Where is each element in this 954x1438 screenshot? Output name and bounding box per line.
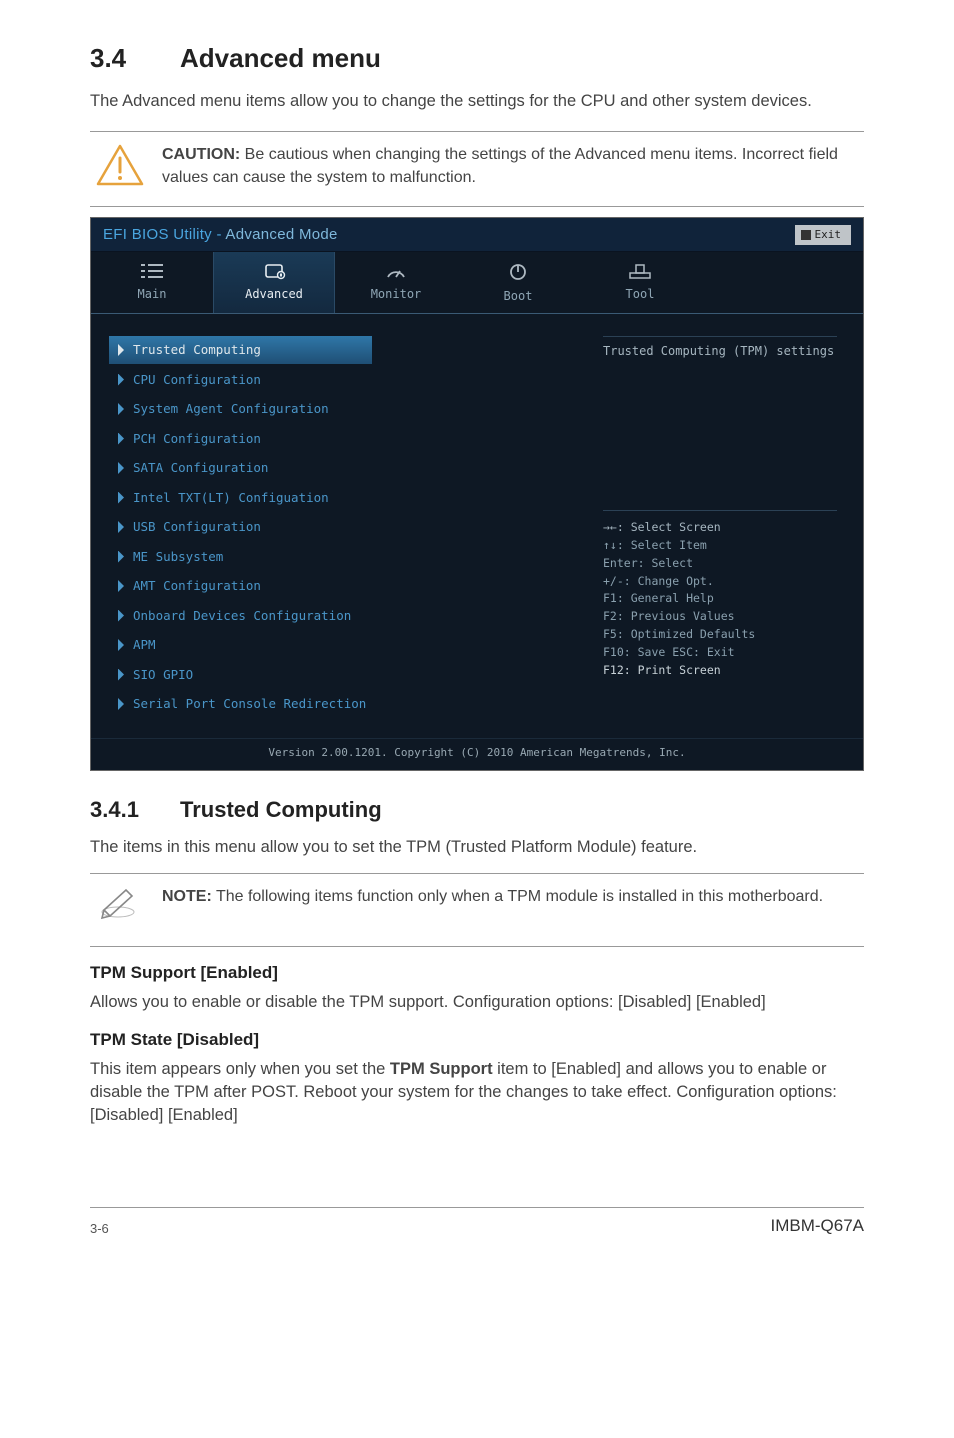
bios-menu: Trusted Computing CPU Configuration Syst… (109, 336, 579, 720)
bios-screenshot: EFI BIOS Utility - Advanced Mode Exit Ma… (90, 217, 864, 771)
chevron-right-icon (115, 698, 127, 710)
menu-item-onboard-devices[interactable]: Onboard Devices Configuration (109, 602, 579, 630)
tpm-support-body: Allows you to enable or disable the TPM … (90, 991, 864, 1014)
chevron-right-icon (115, 462, 127, 474)
divider (90, 873, 864, 874)
tab-label: Tool (626, 287, 655, 301)
divider (90, 946, 864, 947)
tab-label: Boot (504, 289, 533, 303)
menu-item-sata-configuration[interactable]: SATA Configuration (109, 454, 579, 482)
menu-item-trusted-computing[interactable]: Trusted Computing (109, 336, 372, 364)
bios-titlebar: EFI BIOS Utility - Advanced Mode Exit (91, 218, 863, 252)
menu-item-usb-configuration[interactable]: USB Configuration (109, 513, 579, 541)
menu-item-intel-txt[interactable]: Intel TXT(LT) Configuation (109, 484, 579, 512)
chevron-right-icon (115, 610, 127, 622)
subsection-title: Trusted Computing (180, 797, 382, 822)
divider (90, 131, 864, 132)
subsection-intro: The items in this menu allow you to set … (90, 836, 864, 859)
section-heading: 3.4Advanced menu (90, 40, 864, 76)
note-callout: NOTE: The following items function only … (90, 878, 864, 942)
caution-callout: CAUTION: Be cautious when changing the s… (90, 136, 864, 202)
section-intro: The Advanced menu items allow you to cha… (90, 90, 864, 113)
chevron-right-icon (115, 521, 127, 533)
tab-label: Monitor (371, 287, 422, 301)
menu-item-cpu-configuration[interactable]: CPU Configuration (109, 366, 579, 394)
tab-label: Advanced (245, 287, 303, 301)
bios-version-footer: Version 2.00.1201. Copyright (C) 2010 Am… (91, 738, 863, 770)
subsection-number: 3.4.1 (90, 795, 180, 826)
chevron-right-icon (115, 374, 127, 386)
tpm-support-heading: TPM Support [Enabled] (90, 961, 864, 985)
menu-item-pch-configuration[interactable]: PCH Configuration (109, 425, 579, 453)
menu-item-amt-configuration[interactable]: AMT Configuration (109, 572, 579, 600)
bios-body: Trusted Computing CPU Configuration Syst… (91, 314, 863, 738)
menu-item-sio-gpio[interactable]: SIO GPIO (109, 661, 579, 689)
menu-item-me-subsystem[interactable]: ME Subsystem (109, 543, 579, 571)
chevron-right-icon (115, 669, 127, 681)
caution-text: CAUTION: Be cautious when changing the s… (162, 144, 864, 189)
bios-title: EFI BIOS Utility - Advanced Mode (103, 224, 338, 245)
section-number: 3.4 (90, 40, 180, 76)
gauge-icon (385, 262, 407, 280)
exit-label: Exit (815, 227, 842, 242)
chevron-right-icon (115, 433, 127, 445)
bios-help-header: Trusted Computing (TPM) settings (603, 336, 837, 360)
chip-icon (262, 262, 286, 280)
tab-boot[interactable]: Boot (457, 252, 579, 313)
bios-help-pane: Trusted Computing (TPM) settings →←: Sel… (595, 336, 845, 720)
tool-icon (628, 262, 652, 280)
note-icon (96, 886, 144, 932)
menu-item-serial-port[interactable]: Serial Port Console Redirection (109, 690, 579, 718)
exit-button[interactable]: Exit (795, 225, 852, 244)
page-number: 3-6 (90, 1220, 109, 1238)
list-icon (141, 262, 163, 280)
chevron-right-icon (115, 551, 127, 563)
menu-item-apm[interactable]: APM (109, 631, 579, 659)
product-name: IMBM-Q67A (770, 1214, 864, 1238)
power-icon (508, 262, 528, 282)
section-title: Advanced menu (180, 43, 381, 73)
bios-key-help: →←: Select Screen ↑↓: Select Item Enter:… (603, 510, 837, 679)
bios-tabs: Main Advanced Monitor Boot Tool (91, 252, 863, 314)
chevron-right-icon (115, 344, 127, 356)
chevron-right-icon (115, 492, 127, 504)
divider (90, 206, 864, 207)
caution-label: CAUTION: (162, 146, 240, 163)
tab-tool[interactable]: Tool (579, 252, 701, 313)
tpm-state-heading: TPM State [Disabled] (90, 1028, 864, 1052)
tpm-state-body: This item appears only when you set the … (90, 1058, 864, 1127)
note-body: The following items function only when a… (216, 888, 823, 905)
note-text: NOTE: The following items function only … (162, 886, 864, 908)
page-footer: 3-6 IMBM-Q67A (90, 1207, 864, 1238)
menu-item-system-agent[interactable]: System Agent Configuration (109, 395, 579, 423)
tab-label: Main (138, 287, 167, 301)
caution-body: Be cautious when changing the settings o… (162, 146, 838, 185)
tab-main[interactable]: Main (91, 252, 213, 313)
exit-icon (801, 230, 811, 240)
chevron-right-icon (115, 403, 127, 415)
caution-icon (96, 144, 144, 192)
chevron-right-icon (115, 580, 127, 592)
tab-advanced[interactable]: Advanced (213, 252, 335, 313)
chevron-right-icon (115, 639, 127, 651)
note-label: NOTE: (162, 888, 212, 905)
subsection-heading: 3.4.1Trusted Computing (90, 795, 864, 826)
tab-monitor[interactable]: Monitor (335, 252, 457, 313)
